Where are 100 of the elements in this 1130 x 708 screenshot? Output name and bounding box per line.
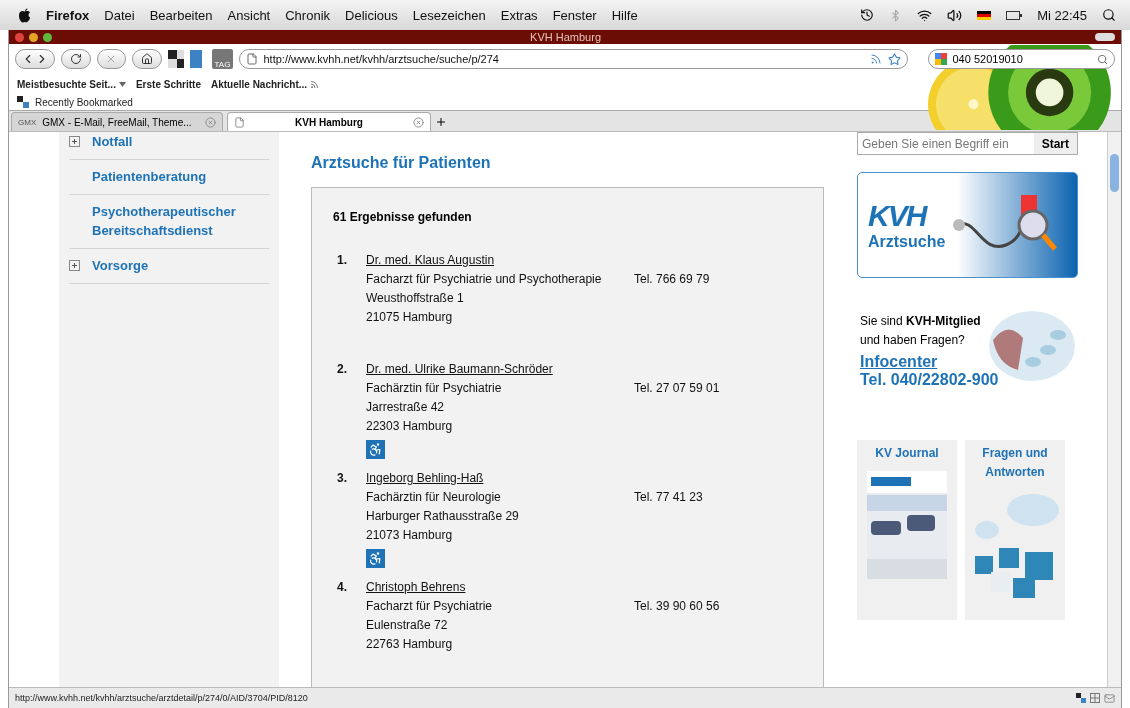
member-text: Sie sind KVH-Mitglied bbox=[860, 313, 982, 330]
city-text: 22763 Hamburg bbox=[366, 637, 454, 653]
page-heading: Arztsuche für Patienten bbox=[311, 154, 492, 172]
phone-text: Tel. 766 69 79 bbox=[634, 272, 711, 288]
window-title: KVH Hamburg bbox=[530, 31, 601, 43]
expand-icon[interactable] bbox=[69, 260, 80, 271]
menu-item[interactable]: Extras bbox=[500, 7, 538, 23]
menu-item[interactable]: Ansicht bbox=[227, 7, 271, 23]
reload-icon bbox=[70, 53, 83, 65]
bookmark-folder[interactable]: Recently Bookmarked bbox=[35, 96, 133, 108]
close-tab-icon[interactable] bbox=[413, 116, 424, 128]
menu-item[interactable]: Bearbeiten bbox=[149, 7, 213, 23]
result-number: 2. bbox=[336, 362, 348, 378]
street-text: Harburger Rathausstraße 29 bbox=[366, 509, 520, 525]
result-number: 3. bbox=[336, 471, 348, 487]
tag-button[interactable]: TAG bbox=[212, 49, 233, 69]
minimize-window-button[interactable] bbox=[29, 32, 38, 42]
toolbar-toggle-button[interactable] bbox=[1095, 33, 1115, 41]
menu-item[interactable]: Chronik bbox=[285, 7, 331, 23]
reload-button[interactable] bbox=[61, 49, 91, 69]
bookmark-squares-icon[interactable] bbox=[167, 50, 184, 68]
specialty-text: Fachärztin für Neurologie bbox=[366, 490, 502, 506]
city-text: 21073 Hamburg bbox=[366, 528, 454, 544]
menu-item[interactable]: Hilfe bbox=[611, 7, 638, 23]
bookmark-item[interactable]: Aktuelle Nachricht... bbox=[210, 78, 320, 90]
app-menu[interactable]: Firefox bbox=[46, 7, 90, 23]
phone-text: Tel. 27 07 59 01 bbox=[634, 381, 721, 397]
menu-item[interactable]: Lesezeichen bbox=[412, 7, 486, 23]
expand-icon[interactable] bbox=[69, 136, 80, 147]
wifi-icon[interactable] bbox=[917, 7, 933, 23]
menu-clock[interactable]: Mi 22:45 bbox=[1037, 7, 1087, 23]
infocenter-phone: Tel. 040/22802-900 bbox=[860, 371, 999, 389]
phone-text: Tel. 39 90 60 56 bbox=[634, 599, 721, 615]
menu-item[interactable]: Fenster bbox=[552, 7, 597, 23]
rss-icon bbox=[310, 79, 320, 89]
bookmark-sidebar-icon[interactable] bbox=[189, 50, 207, 68]
bookmarks-icon[interactable] bbox=[17, 96, 29, 108]
doctor-name-link[interactable]: Dr. med. Ulrike Baumann-Schröder bbox=[366, 362, 553, 378]
sidebar-link[interactable]: Patientenberatung bbox=[69, 160, 269, 195]
mail-icon bbox=[1104, 692, 1115, 704]
zoom-window-button[interactable] bbox=[43, 32, 52, 42]
doctor-name-link[interactable]: Christoph Behrens bbox=[366, 580, 466, 596]
status-url: http://www.kvhh.net/kvhh/arztsuche/arztdetail/p/274/0/AID/3704/PID/8120 bbox=[15, 693, 309, 703]
browser-tab[interactable]: GMX GMX - E-Mail, FreeMail, Theme... bbox=[11, 112, 223, 131]
search-field[interactable]: 040 52019010 bbox=[927, 49, 1115, 69]
search-icon[interactable] bbox=[1102, 8, 1116, 22]
apple-logo-icon[interactable] bbox=[18, 7, 31, 23]
grid-icon bbox=[1090, 693, 1100, 703]
teaser-card[interactable]: KV Journal bbox=[857, 440, 957, 620]
street-text: Eulenstraße 72 bbox=[366, 618, 449, 634]
card-title: KV Journal bbox=[875, 445, 939, 462]
back-forward-button[interactable] bbox=[15, 49, 56, 69]
scrollbar[interactable] bbox=[1107, 132, 1121, 687]
stop-button[interactable] bbox=[96, 49, 127, 69]
menu-item[interactable]: Datei bbox=[104, 7, 135, 23]
menu-item[interactable]: Delicious bbox=[345, 7, 398, 23]
specialty-text: Facharzt für Psychiatrie bbox=[366, 599, 494, 615]
sidebar-link[interactable]: Psychotherapeutischer Bereitschaftsdienst bbox=[69, 195, 269, 249]
battery-icon[interactable] bbox=[1006, 10, 1023, 20]
page-icon bbox=[234, 116, 245, 128]
home-icon bbox=[140, 53, 153, 65]
star-icon[interactable] bbox=[887, 52, 901, 66]
specialty-text: Facharzt für Psychiatrie und Psychotherapie bbox=[366, 272, 603, 288]
result-number: 4. bbox=[336, 580, 348, 596]
card-title: Fragen und Antworten bbox=[981, 445, 1049, 481]
result-count: 61 Ergebnisse gefunden bbox=[333, 210, 473, 224]
question-text: und haben Fragen? bbox=[860, 332, 966, 349]
favicon-text: GMX bbox=[18, 117, 37, 127]
result-number: 1. bbox=[336, 253, 348, 269]
city-text: 22303 Hamburg bbox=[366, 419, 454, 435]
doctor-name-link[interactable]: Dr. med. Klaus Augustin bbox=[366, 253, 495, 269]
doctor-name-link[interactable]: Ingeborg Behling-Haß bbox=[366, 471, 484, 487]
arztsuche-banner[interactable]: KVH Arztsuche bbox=[857, 172, 1078, 278]
sidebar-link[interactable]: Notfall bbox=[69, 132, 269, 160]
volume-icon[interactable] bbox=[947, 7, 963, 23]
close-window-button[interactable] bbox=[15, 32, 24, 42]
time-machine-icon[interactable] bbox=[860, 8, 875, 22]
caret-icon bbox=[118, 81, 126, 87]
bookmark-item[interactable]: Meistbesuchte Seit... bbox=[17, 78, 126, 90]
start-button[interactable]: Start bbox=[1033, 133, 1077, 154]
new-tab-icon[interactable] bbox=[435, 116, 447, 128]
teaser-card[interactable]: Fragen und Antworten bbox=[965, 440, 1065, 620]
page-icon bbox=[245, 53, 258, 65]
phone-text: Tel. 77 41 23 bbox=[634, 490, 704, 506]
site-search-field[interactable]: Geben Sie einen Begriff ein Start bbox=[857, 132, 1078, 155]
rss-icon[interactable] bbox=[869, 53, 882, 65]
banner-title: Arztsuche bbox=[868, 233, 946, 251]
home-button[interactable] bbox=[132, 49, 162, 69]
street-text: Jarrestraße 42 bbox=[366, 400, 446, 416]
logo-text: KVH bbox=[868, 199, 928, 233]
specialty-text: Fachärztin für Psychiatrie bbox=[366, 381, 503, 397]
infocenter-link[interactable]: Infocenter bbox=[860, 353, 999, 371]
sidebar-link[interactable]: Vorsorge bbox=[69, 249, 269, 284]
bookmark-item[interactable]: Erste Schritte bbox=[135, 78, 201, 90]
squares-icon bbox=[1076, 693, 1086, 703]
search-engine-icon[interactable] bbox=[934, 53, 947, 65]
city-text: 21075 Hamburg bbox=[366, 310, 454, 326]
street-text: Weusthoffstraße 1 bbox=[366, 291, 465, 307]
german-flag-icon[interactable] bbox=[977, 10, 992, 20]
browser-tab[interactable]: KVH Hamburg bbox=[227, 112, 431, 131]
